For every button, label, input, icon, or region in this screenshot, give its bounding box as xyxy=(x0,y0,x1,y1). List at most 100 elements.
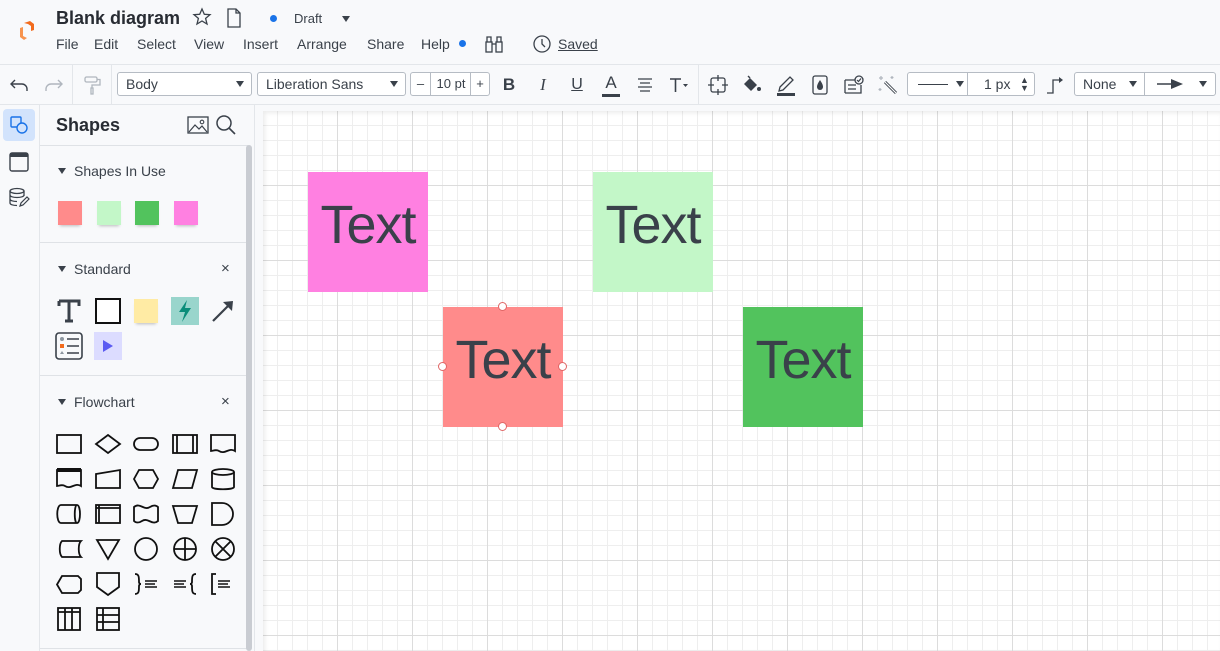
line-start-value[interactable]: None xyxy=(1083,76,1116,92)
flowchart-annotation-right-icon[interactable] xyxy=(131,569,161,599)
line-endpoint-select[interactable]: None xyxy=(1074,72,1216,96)
menu-share[interactable]: Share xyxy=(367,36,404,52)
text-style-select[interactable]: Body xyxy=(117,72,252,96)
connection-handle-top[interactable] xyxy=(498,302,507,311)
connection-handle-bottom[interactable] xyxy=(498,422,507,431)
saved-link[interactable]: Saved xyxy=(558,36,598,52)
text-options-icon[interactable] xyxy=(667,73,691,97)
line-style-select[interactable]: 1 px ▲ ▼ xyxy=(907,72,1035,96)
collapse-icon[interactable] xyxy=(58,266,66,272)
text-align-icon[interactable] xyxy=(633,73,657,97)
menu-insert[interactable]: Insert xyxy=(243,36,278,52)
star-icon[interactable] xyxy=(192,7,212,32)
shape-bounds-icon[interactable] xyxy=(706,73,730,97)
shape-text[interactable]: Text xyxy=(755,329,851,391)
diagram-canvas[interactable]: Text Text Text Text xyxy=(263,111,1220,651)
flowchart-document-icon[interactable] xyxy=(208,429,238,459)
close-standard-button[interactable]: × xyxy=(221,260,230,277)
font-family-select[interactable]: Liberation Sans xyxy=(257,72,406,96)
shape-in-use-swatch[interactable] xyxy=(58,201,82,225)
flowchart-delay-icon[interactable] xyxy=(208,499,238,529)
menu-edit[interactable]: Edit xyxy=(94,36,118,52)
line-width-spinner-icon[interactable]: ▲ ▼ xyxy=(1020,76,1029,93)
font-size-decrement-button[interactable]: – xyxy=(411,73,431,95)
flowchart-or-icon[interactable] xyxy=(170,534,200,564)
font-size-increment-button[interactable]: + xyxy=(470,73,489,95)
opacity-icon[interactable] xyxy=(808,73,832,97)
font-size-value[interactable]: 10 pt xyxy=(433,73,469,95)
flowchart-data-icon[interactable] xyxy=(170,464,200,494)
binoculars-icon[interactable] xyxy=(484,34,504,59)
flowchart-multiple-documents-icon[interactable] xyxy=(54,464,84,494)
shape-text[interactable]: Text xyxy=(320,194,416,256)
italic-button[interactable]: I xyxy=(531,73,555,97)
flowchart-preparation-icon[interactable] xyxy=(131,464,161,494)
status-label[interactable]: Draft xyxy=(294,11,322,26)
conditional-format-icon[interactable] xyxy=(842,73,866,97)
section-title-flowchart[interactable]: Flowchart xyxy=(74,394,135,410)
lucid-logo-icon[interactable] xyxy=(16,20,38,47)
flowchart-horizontal-swimlane-icon[interactable] xyxy=(93,604,123,634)
collapse-icon[interactable] xyxy=(58,168,66,174)
flowchart-manual-input-icon[interactable] xyxy=(93,464,123,494)
menu-arrange[interactable]: Arrange xyxy=(297,36,347,52)
flowchart-connector-icon[interactable] xyxy=(131,534,161,564)
status-dropdown-icon[interactable] xyxy=(342,16,350,22)
line-color-icon[interactable] xyxy=(774,73,798,97)
fill-color-icon[interactable] xyxy=(740,73,764,97)
history-clock-icon[interactable] xyxy=(532,34,552,59)
magic-wand-icon[interactable] xyxy=(876,73,900,97)
shape-in-use-swatch[interactable] xyxy=(135,201,159,225)
menu-select[interactable]: Select xyxy=(137,36,176,52)
redo-icon[interactable] xyxy=(42,73,66,97)
list-shape-icon[interactable] xyxy=(54,331,84,361)
connector-style-icon[interactable] xyxy=(1043,73,1067,97)
flowchart-annotation-left-icon[interactable] xyxy=(170,569,200,599)
rectangle-shape-icon[interactable] xyxy=(93,296,123,326)
sticky-note-shape-selected[interactable]: Text xyxy=(438,302,567,431)
data-linking-icon[interactable] xyxy=(8,187,30,214)
menu-file[interactable]: File xyxy=(56,36,79,52)
lightning-shape-icon[interactable] xyxy=(170,296,200,326)
flowchart-internal-storage-icon[interactable] xyxy=(93,499,123,529)
panel-scrollbar[interactable] xyxy=(246,145,252,651)
menu-view[interactable]: View xyxy=(194,36,224,52)
document-icon[interactable] xyxy=(226,8,242,33)
collapse-icon[interactable] xyxy=(58,399,66,405)
video-shape-icon[interactable] xyxy=(93,331,123,361)
flowchart-off-page-connector-icon[interactable] xyxy=(93,569,123,599)
flowchart-terminator-icon[interactable] xyxy=(131,429,161,459)
connection-handle-right[interactable] xyxy=(558,362,567,371)
image-icon[interactable] xyxy=(187,115,209,140)
flowchart-process-icon[interactable] xyxy=(54,429,84,459)
menu-help[interactable]: Help xyxy=(421,36,450,52)
page-layout-icon[interactable] xyxy=(8,151,30,178)
line-width-value[interactable]: 1 px xyxy=(984,76,1010,92)
flowchart-predefined-process-icon[interactable] xyxy=(170,429,200,459)
shapes-panel-button[interactable] xyxy=(3,109,35,141)
shape-in-use-swatch[interactable] xyxy=(97,201,121,225)
sticky-note-shape[interactable]: Text xyxy=(593,172,713,292)
connection-handle-left[interactable] xyxy=(438,362,447,371)
underline-button[interactable]: U xyxy=(565,73,589,97)
close-flowchart-button[interactable]: × xyxy=(221,393,230,410)
flowchart-vertical-swimlane-icon[interactable] xyxy=(54,604,84,634)
flowchart-display-icon[interactable] xyxy=(54,569,84,599)
undo-icon[interactable] xyxy=(7,73,31,97)
section-title-shapes-in-use[interactable]: Shapes In Use xyxy=(74,163,166,179)
flowchart-annotation-bracket-icon[interactable] xyxy=(208,569,238,599)
sticky-note-shape-icon[interactable] xyxy=(131,296,161,326)
flowchart-manual-operation-icon[interactable] xyxy=(170,499,200,529)
flowchart-stored-data-icon[interactable] xyxy=(54,534,84,564)
text-shape-icon[interactable] xyxy=(54,296,84,326)
sticky-note-shape[interactable]: Text xyxy=(308,172,428,292)
arrow-shape-icon[interactable] xyxy=(208,296,238,326)
sticky-note-shape[interactable]: Text xyxy=(743,307,863,427)
flowchart-summing-junction-icon[interactable] xyxy=(208,534,238,564)
document-title[interactable]: Blank diagram xyxy=(56,8,180,29)
section-title-standard[interactable]: Standard xyxy=(74,261,131,277)
shape-text[interactable]: Text xyxy=(605,194,701,256)
arrow-end-icon[interactable] xyxy=(1157,77,1187,94)
shape-in-use-swatch[interactable] xyxy=(174,201,198,225)
shape-text[interactable]: Text xyxy=(455,329,551,391)
